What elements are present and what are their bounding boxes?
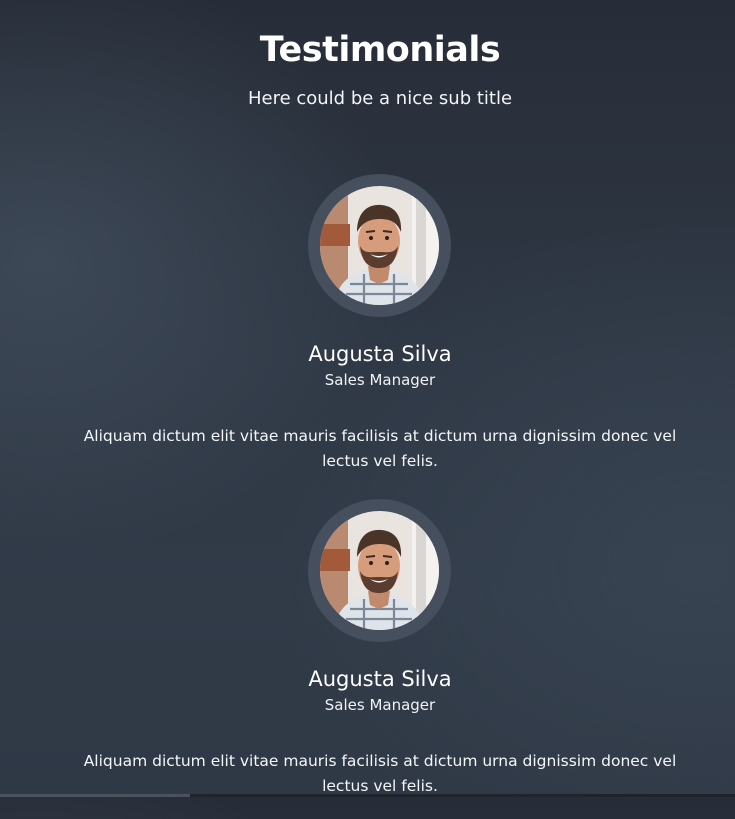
avatar: [308, 174, 451, 317]
testimonial-card: Augusta Silva Sales Manager Aliquam dict…: [0, 499, 735, 819]
person-photo-icon: [320, 511, 439, 630]
testimonial-role: Sales Manager: [324, 696, 436, 714]
testimonial-role: Sales Manager: [324, 371, 436, 389]
avatar: [308, 499, 451, 642]
testimonials-section: Testimonials Here could be a nice sub ti…: [0, 0, 735, 797]
testimonial-quote: Aliquam dictum elit vitae mauris facilis…: [83, 427, 677, 470]
testimonial-name: Augusta Silva: [308, 342, 452, 366]
section-title: Testimonials: [259, 30, 501, 70]
person-photo-icon: [320, 186, 439, 305]
testimonial-name: Augusta Silva: [308, 667, 452, 691]
testimonial-card: Augusta Silva Sales Manager Aliquam dict…: [0, 174, 735, 494]
section-subtitle: Here could be a nice sub title: [247, 88, 513, 109]
testimonial-quote: Aliquam dictum elit vitae mauris facilis…: [83, 752, 677, 795]
